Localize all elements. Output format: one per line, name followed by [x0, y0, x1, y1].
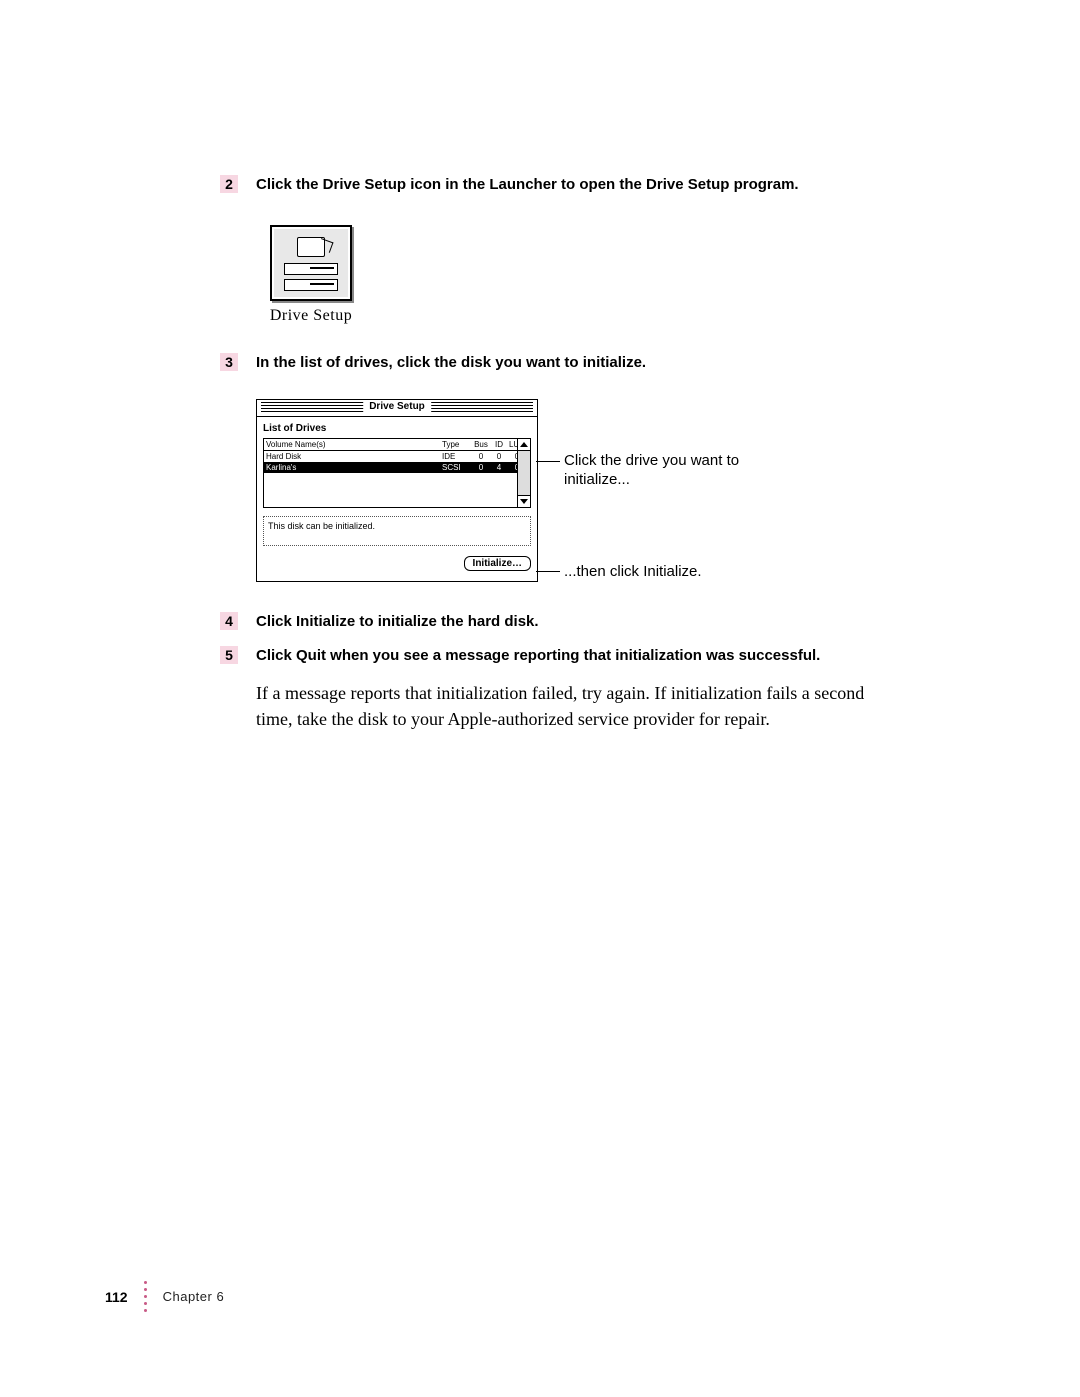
drive-slot-glyph: [284, 279, 338, 291]
page-number: 112: [105, 1289, 128, 1305]
col-type-header: Type: [442, 440, 470, 449]
drive-setup-window: Drive Setup List of Drives Volume Name(s…: [256, 399, 538, 582]
window-title: Drive Setup: [363, 401, 431, 412]
callout-select-drive: Click the drive you want to initialize..…: [564, 451, 744, 489]
drive-list: Volume Name(s) Type Bus ID LUN Hard Disk…: [263, 438, 531, 508]
chapter-label: Chapter 6: [163, 1289, 225, 1304]
step-number-badge: 5: [220, 646, 238, 664]
step-4: 4 Click Initialize to initialize the har…: [220, 612, 920, 632]
row-bus: 0: [470, 452, 492, 461]
row-id: 0: [492, 452, 506, 461]
step-instruction: Click Quit when you see a message report…: [256, 646, 820, 666]
page-footer: 112 Chapter 6: [105, 1281, 224, 1312]
scroll-up-icon[interactable]: [518, 439, 530, 451]
step-instruction: Click Initialize to initialize the hard …: [256, 612, 539, 632]
step-instruction: Click the Drive Setup icon in the Launch…: [256, 175, 799, 195]
drive-slot-glyph: [284, 263, 338, 275]
step-3: 3 In the list of drives, click the disk …: [220, 353, 920, 373]
row-type: IDE: [442, 452, 470, 461]
scroll-down-icon[interactable]: [518, 495, 530, 507]
step-5: 5 Click Quit when you see a message repo…: [220, 646, 920, 666]
step-2: 2 Click the Drive Setup icon in the Laun…: [220, 175, 920, 195]
col-bus-header: Bus: [470, 440, 492, 449]
content-block: 2 Click the Drive Setup icon in the Laun…: [220, 175, 920, 732]
callout-click-initialize: ...then click Initialize.: [564, 562, 764, 581]
row-bus: 0: [470, 463, 492, 472]
row-id: 4: [492, 463, 506, 472]
floppy-glyph: [297, 237, 325, 257]
step-number-badge: 3: [220, 353, 238, 371]
step-number-badge: 2: [220, 175, 238, 193]
drive-setup-icon: [270, 225, 352, 301]
row-type: SCSI: [442, 463, 470, 472]
col-name-header: Volume Name(s): [266, 440, 442, 449]
col-id-header: ID: [492, 440, 506, 449]
step-number-badge: 4: [220, 612, 238, 630]
footer-dots-icon: [144, 1281, 147, 1312]
row-name: Hard Disk: [266, 452, 442, 461]
scrollbar[interactable]: [517, 439, 530, 507]
window-titlebar: Drive Setup: [257, 400, 537, 417]
drive-setup-window-wrap: Drive Setup List of Drives Volume Name(s…: [256, 399, 816, 582]
initialize-button[interactable]: Initialize…: [464, 556, 531, 571]
window-body: List of Drives Volume Name(s) Type Bus I…: [257, 417, 537, 581]
body-paragraph: If a message reports that initialization…: [256, 680, 866, 732]
row-name: Karlina's: [266, 463, 442, 472]
button-row: Initialize…: [263, 556, 531, 575]
step-instruction: In the list of drives, click the disk yo…: [256, 353, 646, 373]
callout-line: [536, 461, 560, 462]
list-label: List of Drives: [263, 423, 531, 434]
icon-caption: Drive Setup: [256, 307, 366, 325]
list-header: Volume Name(s) Type Bus ID LUN: [264, 439, 530, 451]
callout-line: [536, 571, 560, 572]
manual-page: 2 Click the Drive Setup icon in the Laun…: [0, 0, 1080, 1397]
drive-row-selected[interactable]: Karlina's SCSI 0 4 0: [264, 462, 530, 473]
drive-row[interactable]: Hard Disk IDE 0 0 0: [264, 451, 530, 462]
drive-setup-icon-block: Drive Setup: [256, 225, 366, 325]
status-text: This disk can be initialized.: [263, 516, 531, 546]
